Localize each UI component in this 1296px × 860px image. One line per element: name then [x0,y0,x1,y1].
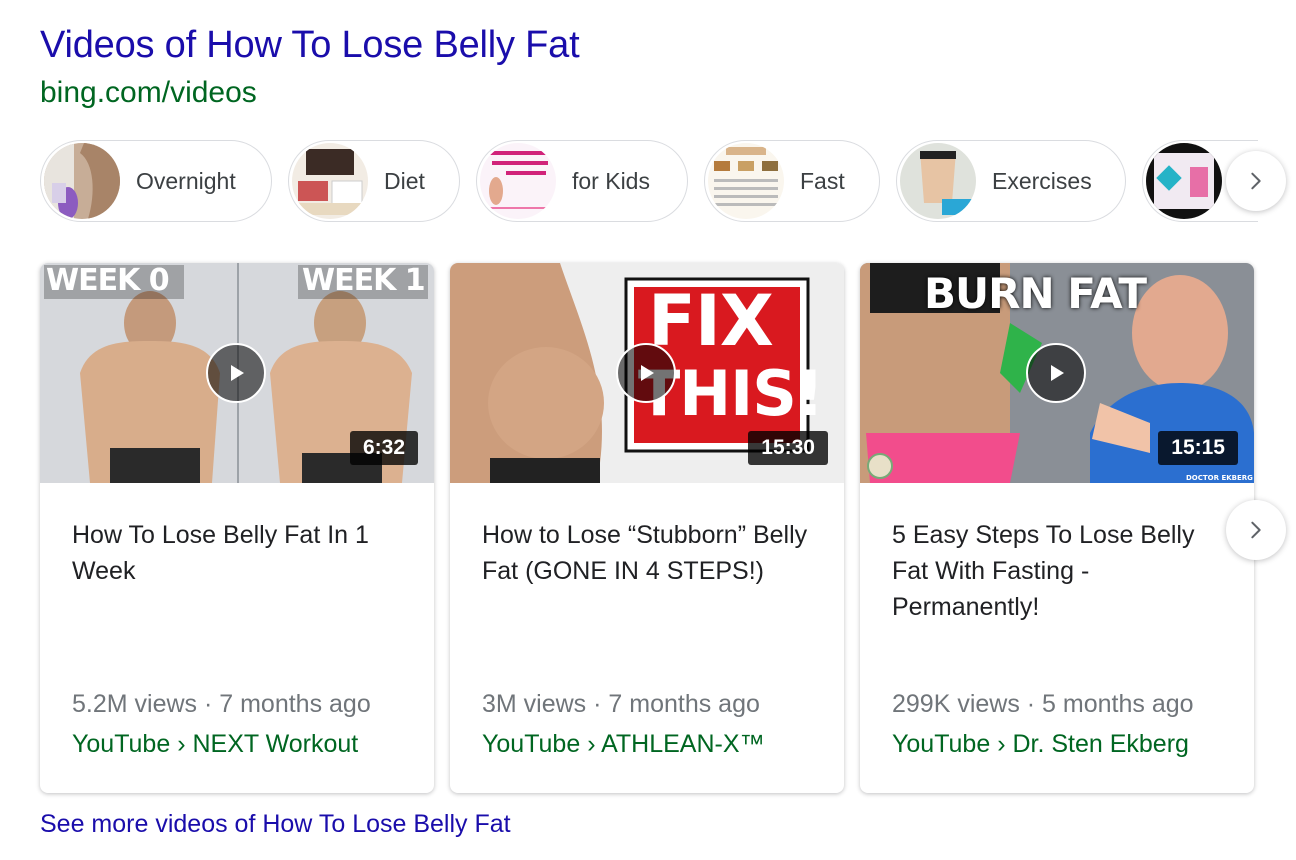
chip-for-kids[interactable]: for Kids [476,140,688,222]
videos-next-button[interactable] [1226,500,1286,560]
play-button[interactable] [206,343,266,403]
chip-label: Exercises [992,167,1092,194]
source-url: bing.com/videos [40,76,257,109]
chip-fast[interactable]: Fast [704,140,880,222]
chevron-right-icon [1251,172,1261,190]
play-button[interactable] [616,343,676,403]
video-channel: YouTube › ATHLEAN-X™ [482,730,765,758]
results-title-link[interactable]: Videos of How To Lose Belly Fat [40,24,580,67]
chip-label: for Kids [572,167,650,194]
chip-label: Diet [384,167,425,194]
video-thumbnail: BURN FAT DOCTOR EKBERG 15:15 [860,263,1254,483]
chip-thumbnail [900,143,976,219]
video-duration: 6:32 [349,431,418,465]
see-more-videos-link[interactable]: See more videos of How To Lose Belly Fat [40,810,511,839]
video-title[interactable]: 5 Easy Steps To Lose Belly Fat With Fast… [892,517,1222,625]
chip-label: Fast [800,167,845,194]
chip-thumbnail [708,143,784,219]
video-title[interactable]: How To Lose Belly Fat In 1 Week [72,517,402,589]
play-icon [641,365,654,381]
video-card[interactable]: FIX THIS! 15:30 How to Lose “Stubborn” B… [450,263,844,793]
video-meta: 299K views · 5 months ago [892,690,1194,718]
video-meta: 3M views · 7 months ago [482,690,760,718]
chip-thumbnail [44,143,120,219]
thumbnail-overlay-text: BURN FAT [924,269,1147,318]
thumbnail-watermark: DOCTOR EKBERG [1186,474,1253,482]
chip-exercises[interactable]: Exercises [896,140,1126,222]
video-meta: 5.2M views · 7 months ago [72,690,371,718]
video-channel: YouTube › Dr. Sten Ekberg [892,730,1189,758]
video-duration: 15:30 [748,431,828,465]
video-thumbnail: WEEK 0 WEEK 1 6:32 [40,263,434,483]
thumbnail-overlay-text: WEEK 0 [46,263,170,298]
chips-next-button[interactable] [1226,151,1286,211]
play-button[interactable] [1026,343,1086,403]
chip-label: Overnight [136,167,236,194]
chevron-right-icon [1251,521,1261,539]
video-title[interactable]: How to Lose “Stubborn” Belly Fat (GONE I… [482,517,812,589]
related-search-chips: Overnight Diet for Kids Fast Exercises [40,140,1258,226]
chip-thumbnail [480,143,556,219]
chip-thumbnail [292,143,368,219]
video-card[interactable]: WEEK 0 WEEK 1 6:32 How To Lose Belly Fat… [40,263,434,793]
video-duration: 15:15 [1158,431,1238,465]
video-channel: YouTube › NEXT Workout [72,730,359,758]
play-icon [1051,365,1064,381]
chip-thumbnail [1146,143,1222,219]
video-card[interactable]: BURN FAT DOCTOR EKBERG 15:15 5 Easy Step… [860,263,1254,793]
chip-diet[interactable]: Diet [288,140,460,222]
thumbnail-overlay-text: FIX [648,280,774,362]
thumbnail-overlay-text: WEEK 1 [302,263,426,298]
play-icon [231,365,244,381]
video-thumbnail: FIX THIS! 15:30 [450,263,844,483]
chip-overnight[interactable]: Overnight [40,140,272,222]
